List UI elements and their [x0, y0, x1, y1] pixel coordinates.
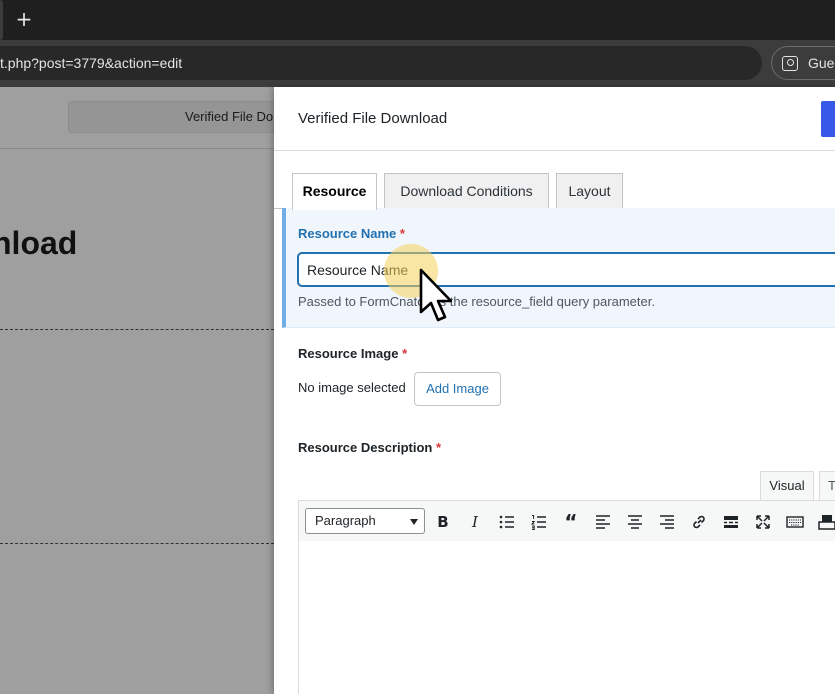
tab-resource[interactable]: Resource	[292, 173, 377, 210]
background-page: Verified File Do nload	[0, 87, 274, 694]
background-topbar: Verified File Do	[0, 87, 274, 149]
background-block-button: Verified File Do	[68, 101, 274, 133]
editor-tab-text[interactable]: T	[819, 471, 835, 501]
background-divider	[0, 543, 274, 544]
browser-toolbar: t.php?post=3779&action=edit Guest	[0, 40, 835, 87]
tab-layout[interactable]: Layout	[556, 173, 623, 209]
resource-image-label-text: Resource Image	[298, 346, 399, 361]
form-icon[interactable]	[815, 510, 835, 534]
required-marker: *	[399, 226, 405, 241]
editor-tab-visual[interactable]: Visual	[760, 471, 814, 501]
format-select[interactable]: Paragraph	[305, 508, 425, 534]
editor-content-area[interactable]	[298, 541, 835, 694]
resource-name-label: Resource Name *	[298, 226, 405, 241]
keyboard-icon[interactable]	[783, 510, 807, 534]
profile-button[interactable]: Guest	[771, 46, 835, 80]
profile-label: Guest	[808, 55, 835, 71]
new-tab-button[interactable]: +	[13, 8, 35, 30]
resource-name-label-text: Resource Name	[298, 226, 397, 241]
read-more-icon[interactable]	[719, 510, 743, 534]
mouse-pointer-icon	[419, 268, 452, 322]
resource-description-label: Resource Description *	[298, 440, 441, 455]
italic-icon[interactable]: I	[463, 510, 487, 534]
blockquote-icon[interactable]: “	[559, 510, 583, 534]
address-bar-url[interactable]: t.php?post=3779&action=edit	[0, 46, 182, 80]
resource-image-label: Resource Image *	[298, 346, 407, 361]
add-image-button[interactable]: Add Image	[414, 372, 501, 406]
image-status: No image selected	[298, 380, 406, 395]
align-right-icon[interactable]	[655, 510, 679, 534]
required-marker: *	[402, 346, 408, 361]
person-icon	[782, 56, 798, 71]
fullscreen-icon[interactable]	[751, 510, 775, 534]
required-marker: *	[436, 440, 442, 455]
align-left-icon[interactable]	[591, 510, 615, 534]
modal-title: Verified File Download	[298, 110, 448, 127]
align-center-icon[interactable]	[623, 510, 647, 534]
browser-tab-edge[interactable]	[0, 0, 3, 40]
bold-icon[interactable]: B	[431, 510, 455, 534]
modal-primary-button[interactable]	[821, 101, 835, 137]
block-settings-modal: Verified File Download Resource Download…	[274, 87, 835, 694]
numbered-list-icon[interactable]	[527, 510, 551, 534]
browser-tab-strip: +	[0, 0, 835, 40]
modal-header: Verified File Download	[274, 87, 835, 151]
editor-toolbar: Paragraph B I “	[298, 500, 835, 542]
resource-name-help: Passed to FormCnator as the resource_fie…	[298, 294, 655, 309]
chevron-down-icon	[410, 519, 418, 525]
tab-download-conditions[interactable]: Download Conditions	[384, 173, 549, 209]
address-bar[interactable]: t.php?post=3779&action=edit	[0, 46, 762, 80]
resource-description-label-text: Resource Description	[298, 440, 433, 455]
background-heading: nload	[0, 225, 78, 261]
bullet-list-icon[interactable]	[495, 510, 519, 534]
link-icon[interactable]	[687, 510, 711, 534]
format-select-value: Paragraph	[315, 513, 376, 528]
resource-name-input[interactable]	[298, 253, 835, 286]
background-divider	[0, 329, 274, 330]
